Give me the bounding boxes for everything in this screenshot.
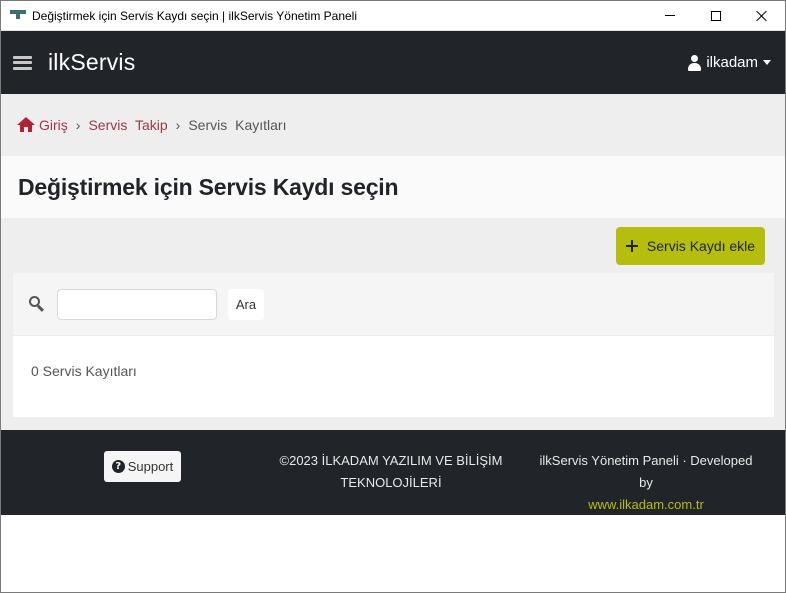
- add-service-record-button[interactable]: Servis Kaydı ekle: [616, 227, 765, 265]
- company-website-link[interactable]: www.ilkadam.com.tr: [588, 497, 704, 512]
- page-title: Değiştirmek için Servis Kaydı seçin: [18, 173, 399, 200]
- caret-down-icon: [763, 60, 771, 65]
- close-icon: [756, 10, 768, 22]
- main-content: Servis Kaydı ekle Ara 0 Servis Kayıtları: [1, 218, 785, 430]
- window-titlebar: Değiştirmek için Servis Kaydı seçin | il…: [1, 1, 785, 31]
- add-button-label: Servis Kaydı ekle: [646, 238, 756, 254]
- breadcrumb: Giriş › Servis Takip › Servis Kayıtları: [1, 94, 785, 156]
- page-footer: ? Support ©2023 İLKADAM YAZILIM VE BİLİŞ…: [1, 430, 785, 515]
- question-circle-icon: ?: [111, 460, 125, 473]
- home-icon[interactable]: [17, 116, 35, 132]
- breadcrumb-current: Servis Kayıtları: [188, 117, 287, 133]
- breadcrumb-home-link[interactable]: Giriş: [39, 117, 68, 133]
- credits-text: ilkServis Yönetim Paneli · Developed by …: [531, 450, 761, 516]
- copyright-text: ©2023 İLKADAM YAZILIM VE BİLİŞİM TEKNOLO…: [271, 450, 511, 494]
- search-button[interactable]: Ara: [228, 288, 264, 320]
- breadcrumb-separator: ›: [75, 117, 81, 133]
- breadcrumb-separator: ›: [175, 117, 181, 133]
- menu-toggle-icon[interactable]: [13, 55, 32, 70]
- credits-label: ilkServis Yönetim Paneli · Developed by: [539, 453, 753, 490]
- app-window: Değiştirmek için Servis Kaydı seçin | il…: [0, 0, 786, 593]
- page-header: Değiştirmek için Servis Kaydı seçin: [1, 156, 785, 218]
- support-label: Support: [127, 459, 174, 474]
- minimize-icon: [665, 15, 675, 16]
- copyright-line-2: TEKNOLOJİLERİ: [340, 475, 442, 490]
- brand-name[interactable]: ilkServis: [48, 49, 688, 76]
- close-button[interactable]: [739, 1, 785, 31]
- copyright-line-1: ©2023 İLKADAM YAZILIM VE BİLİŞİM: [279, 453, 503, 468]
- top-navbar: ilkServis ilkadam: [1, 31, 785, 94]
- search-toolbar: Ara: [13, 273, 774, 336]
- window-title: Değiştirmek için Servis Kaydı seçin | il…: [32, 8, 358, 23]
- app-icon: [10, 9, 26, 22]
- search-icon: [29, 296, 45, 312]
- plus-icon: [625, 240, 638, 252]
- result-count: 0 Servis Kayıtları: [31, 363, 137, 379]
- minimize-button[interactable]: [647, 1, 693, 31]
- results-panel: Ara 0 Servis Kayıtları: [13, 273, 774, 417]
- user-menu-dropdown[interactable]: ilkadam: [688, 54, 771, 71]
- user-icon: [688, 54, 702, 71]
- user-name: ilkadam: [706, 54, 758, 71]
- search-input[interactable]: [57, 288, 217, 320]
- maximize-icon: [711, 10, 721, 21]
- maximize-button[interactable]: [693, 1, 739, 31]
- support-button[interactable]: ? Support: [104, 451, 181, 482]
- breadcrumb-section-link[interactable]: Servis Takip: [88, 117, 167, 133]
